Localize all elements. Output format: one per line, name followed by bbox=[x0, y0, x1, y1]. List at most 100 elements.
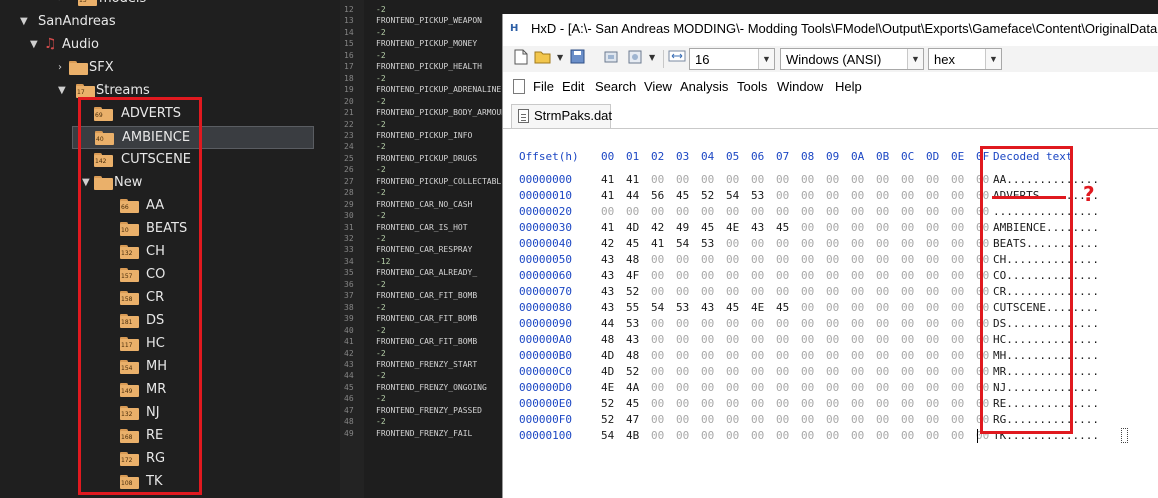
hex-byte[interactable]: 00 bbox=[851, 316, 864, 332]
hex-byte[interactable]: 00 bbox=[876, 172, 889, 188]
hex-byte[interactable]: 45 bbox=[701, 220, 714, 236]
hex-byte[interactable]: 00 bbox=[926, 332, 939, 348]
disk-dropdown-icon[interactable]: ▼ bbox=[649, 53, 657, 62]
hex-byte[interactable]: 00 bbox=[676, 268, 689, 284]
hex-byte[interactable]: 43 bbox=[751, 220, 764, 236]
hex-byte[interactable]: 00 bbox=[801, 300, 814, 316]
hex-byte[interactable]: 00 bbox=[751, 332, 764, 348]
hex-byte[interactable]: 00 bbox=[901, 428, 914, 444]
hex-byte[interactable]: 00 bbox=[901, 220, 914, 236]
hex-byte[interactable]: 00 bbox=[776, 332, 789, 348]
hex-byte[interactable]: 00 bbox=[776, 316, 789, 332]
hex-byte[interactable]: 00 bbox=[901, 252, 914, 268]
hex-byte[interactable]: 00 bbox=[801, 412, 814, 428]
menu-tools[interactable]: Tools bbox=[737, 79, 767, 94]
hex-byte[interactable]: 00 bbox=[676, 252, 689, 268]
hex-byte[interactable]: 00 bbox=[801, 172, 814, 188]
hex-byte[interactable]: 00 bbox=[776, 380, 789, 396]
hex-byte[interactable]: 00 bbox=[901, 380, 914, 396]
hex-byte[interactable]: 00 bbox=[701, 284, 714, 300]
hex-byte[interactable]: 00 bbox=[851, 396, 864, 412]
hex-byte[interactable]: 00 bbox=[826, 204, 839, 220]
hex-byte[interactable]: 00 bbox=[651, 412, 664, 428]
hex-byte[interactable]: 00 bbox=[851, 172, 864, 188]
hex-byte[interactable]: 00 bbox=[776, 364, 789, 380]
hex-byte[interactable]: 00 bbox=[701, 364, 714, 380]
hex-byte[interactable]: 00 bbox=[926, 268, 939, 284]
hex-byte[interactable]: 00 bbox=[676, 364, 689, 380]
hex-byte[interactable]: 00 bbox=[776, 412, 789, 428]
hex-byte[interactable]: 4E bbox=[726, 220, 739, 236]
hex-byte[interactable]: 00 bbox=[776, 284, 789, 300]
hex-byte[interactable]: 00 bbox=[876, 380, 889, 396]
hex-byte[interactable]: 00 bbox=[751, 268, 764, 284]
hex-byte[interactable]: 00 bbox=[651, 348, 664, 364]
hex-byte[interactable]: 00 bbox=[901, 236, 914, 252]
hex-byte[interactable]: 00 bbox=[876, 364, 889, 380]
hex-byte[interactable]: 00 bbox=[851, 268, 864, 284]
tree-item-sfx[interactable]: › SFX bbox=[0, 57, 340, 80]
hex-byte[interactable]: 00 bbox=[826, 348, 839, 364]
hex-byte[interactable]: 52 bbox=[626, 284, 639, 300]
hex-byte[interactable]: 00 bbox=[676, 428, 689, 444]
hex-byte[interactable]: 00 bbox=[851, 300, 864, 316]
hex-byte[interactable]: 00 bbox=[751, 236, 764, 252]
hex-byte[interactable]: 48 bbox=[626, 252, 639, 268]
hex-byte[interactable]: 00 bbox=[826, 252, 839, 268]
hex-byte[interactable]: 4E bbox=[601, 380, 614, 396]
hex-byte[interactable]: 00 bbox=[951, 380, 964, 396]
hex-byte[interactable]: 00 bbox=[801, 252, 814, 268]
hex-byte[interactable]: 44 bbox=[626, 188, 639, 204]
hex-byte[interactable]: 00 bbox=[876, 348, 889, 364]
hex-byte[interactable]: 53 bbox=[676, 300, 689, 316]
hex-byte[interactable]: 4A bbox=[626, 380, 639, 396]
hex-byte[interactable]: 00 bbox=[951, 364, 964, 380]
save-icon[interactable] bbox=[567, 49, 587, 69]
hex-byte[interactable]: 4B bbox=[626, 428, 639, 444]
hex-byte[interactable]: 53 bbox=[751, 188, 764, 204]
hex-byte[interactable]: 00 bbox=[776, 236, 789, 252]
hex-byte[interactable]: 00 bbox=[951, 204, 964, 220]
hex-byte[interactable]: 00 bbox=[751, 348, 764, 364]
hex-byte[interactable]: 00 bbox=[826, 428, 839, 444]
hex-byte[interactable]: 42 bbox=[651, 220, 664, 236]
hex-byte[interactable]: 00 bbox=[876, 188, 889, 204]
hex-byte[interactable]: 4E bbox=[751, 300, 764, 316]
hex-byte[interactable]: 00 bbox=[876, 204, 889, 220]
hex-byte[interactable]: 00 bbox=[651, 364, 664, 380]
hex-byte[interactable]: 43 bbox=[626, 332, 639, 348]
hex-byte[interactable]: 00 bbox=[826, 412, 839, 428]
hex-byte[interactable]: 00 bbox=[901, 348, 914, 364]
hex-byte[interactable]: 00 bbox=[876, 316, 889, 332]
hex-byte[interactable]: 00 bbox=[651, 316, 664, 332]
hex-byte[interactable]: 53 bbox=[626, 316, 639, 332]
hex-byte[interactable]: 00 bbox=[701, 316, 714, 332]
chevron-right-icon[interactable]: › bbox=[58, 0, 68, 5]
hex-byte[interactable]: 00 bbox=[726, 284, 739, 300]
hex-byte[interactable]: 00 bbox=[726, 268, 739, 284]
hex-byte[interactable]: 00 bbox=[851, 428, 864, 444]
hex-byte[interactable]: 00 bbox=[651, 252, 664, 268]
hex-byte[interactable]: 00 bbox=[801, 236, 814, 252]
tree-item-sanandreas[interactable]: ▼ SanAndreas bbox=[0, 11, 340, 34]
hex-byte[interactable]: 00 bbox=[951, 316, 964, 332]
hex-byte[interactable]: 00 bbox=[801, 332, 814, 348]
hex-byte[interactable]: 00 bbox=[751, 284, 764, 300]
hex-byte[interactable]: 00 bbox=[776, 428, 789, 444]
hex-byte[interactable]: 00 bbox=[676, 348, 689, 364]
hex-byte[interactable]: 4D bbox=[601, 364, 614, 380]
hex-byte[interactable]: 52 bbox=[601, 412, 614, 428]
ram-icon[interactable] bbox=[601, 49, 621, 69]
hex-byte[interactable]: 00 bbox=[676, 332, 689, 348]
hex-byte[interactable]: 00 bbox=[776, 348, 789, 364]
hex-byte[interactable]: 00 bbox=[951, 348, 964, 364]
hex-byte[interactable]: 48 bbox=[601, 332, 614, 348]
hex-byte[interactable]: 48 bbox=[626, 348, 639, 364]
hex-byte[interactable]: 00 bbox=[826, 364, 839, 380]
menu-analysis[interactable]: Analysis bbox=[680, 79, 728, 94]
hex-byte[interactable]: 00 bbox=[601, 204, 614, 220]
hex-byte[interactable]: 00 bbox=[626, 204, 639, 220]
hex-byte[interactable]: 4F bbox=[626, 268, 639, 284]
hex-byte[interactable]: 00 bbox=[851, 348, 864, 364]
hex-byte[interactable]: 00 bbox=[951, 220, 964, 236]
